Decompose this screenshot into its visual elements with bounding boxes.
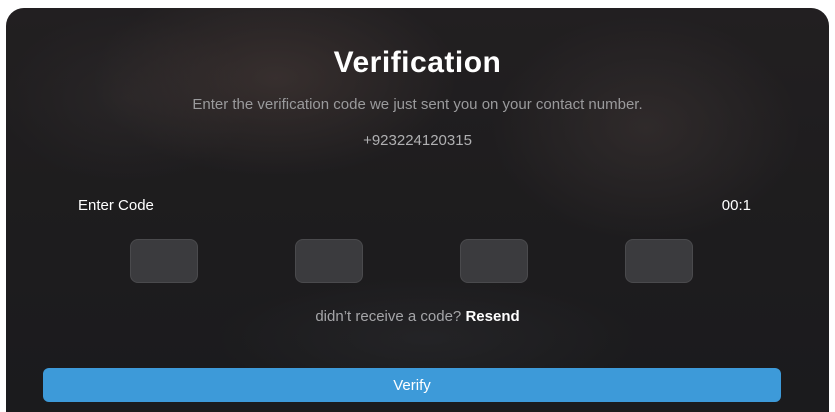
enter-code-label: Enter Code	[78, 197, 154, 214]
instruction-text: Enter the verification code we just sent…	[192, 96, 643, 113]
code-input-3[interactable]	[460, 239, 528, 283]
countdown-timer: 00:1	[721, 197, 751, 214]
verify-button[interactable]: Verify	[43, 368, 781, 402]
resend-row: didn’t receive a code? Resend	[6, 308, 829, 325]
resend-link[interactable]: Resend	[465, 308, 519, 325]
code-input-2[interactable]	[295, 239, 363, 283]
verification-screen: Verification Enter the verification code…	[6, 8, 829, 412]
verification-content: Verification Enter the verification code…	[6, 8, 829, 412]
code-input-1[interactable]	[130, 239, 198, 283]
resend-prompt: didn’t receive a code?	[315, 308, 466, 325]
code-input-4[interactable]	[625, 239, 693, 283]
phone-number: +923224120315	[363, 132, 472, 149]
page-title: Verification	[333, 46, 502, 79]
